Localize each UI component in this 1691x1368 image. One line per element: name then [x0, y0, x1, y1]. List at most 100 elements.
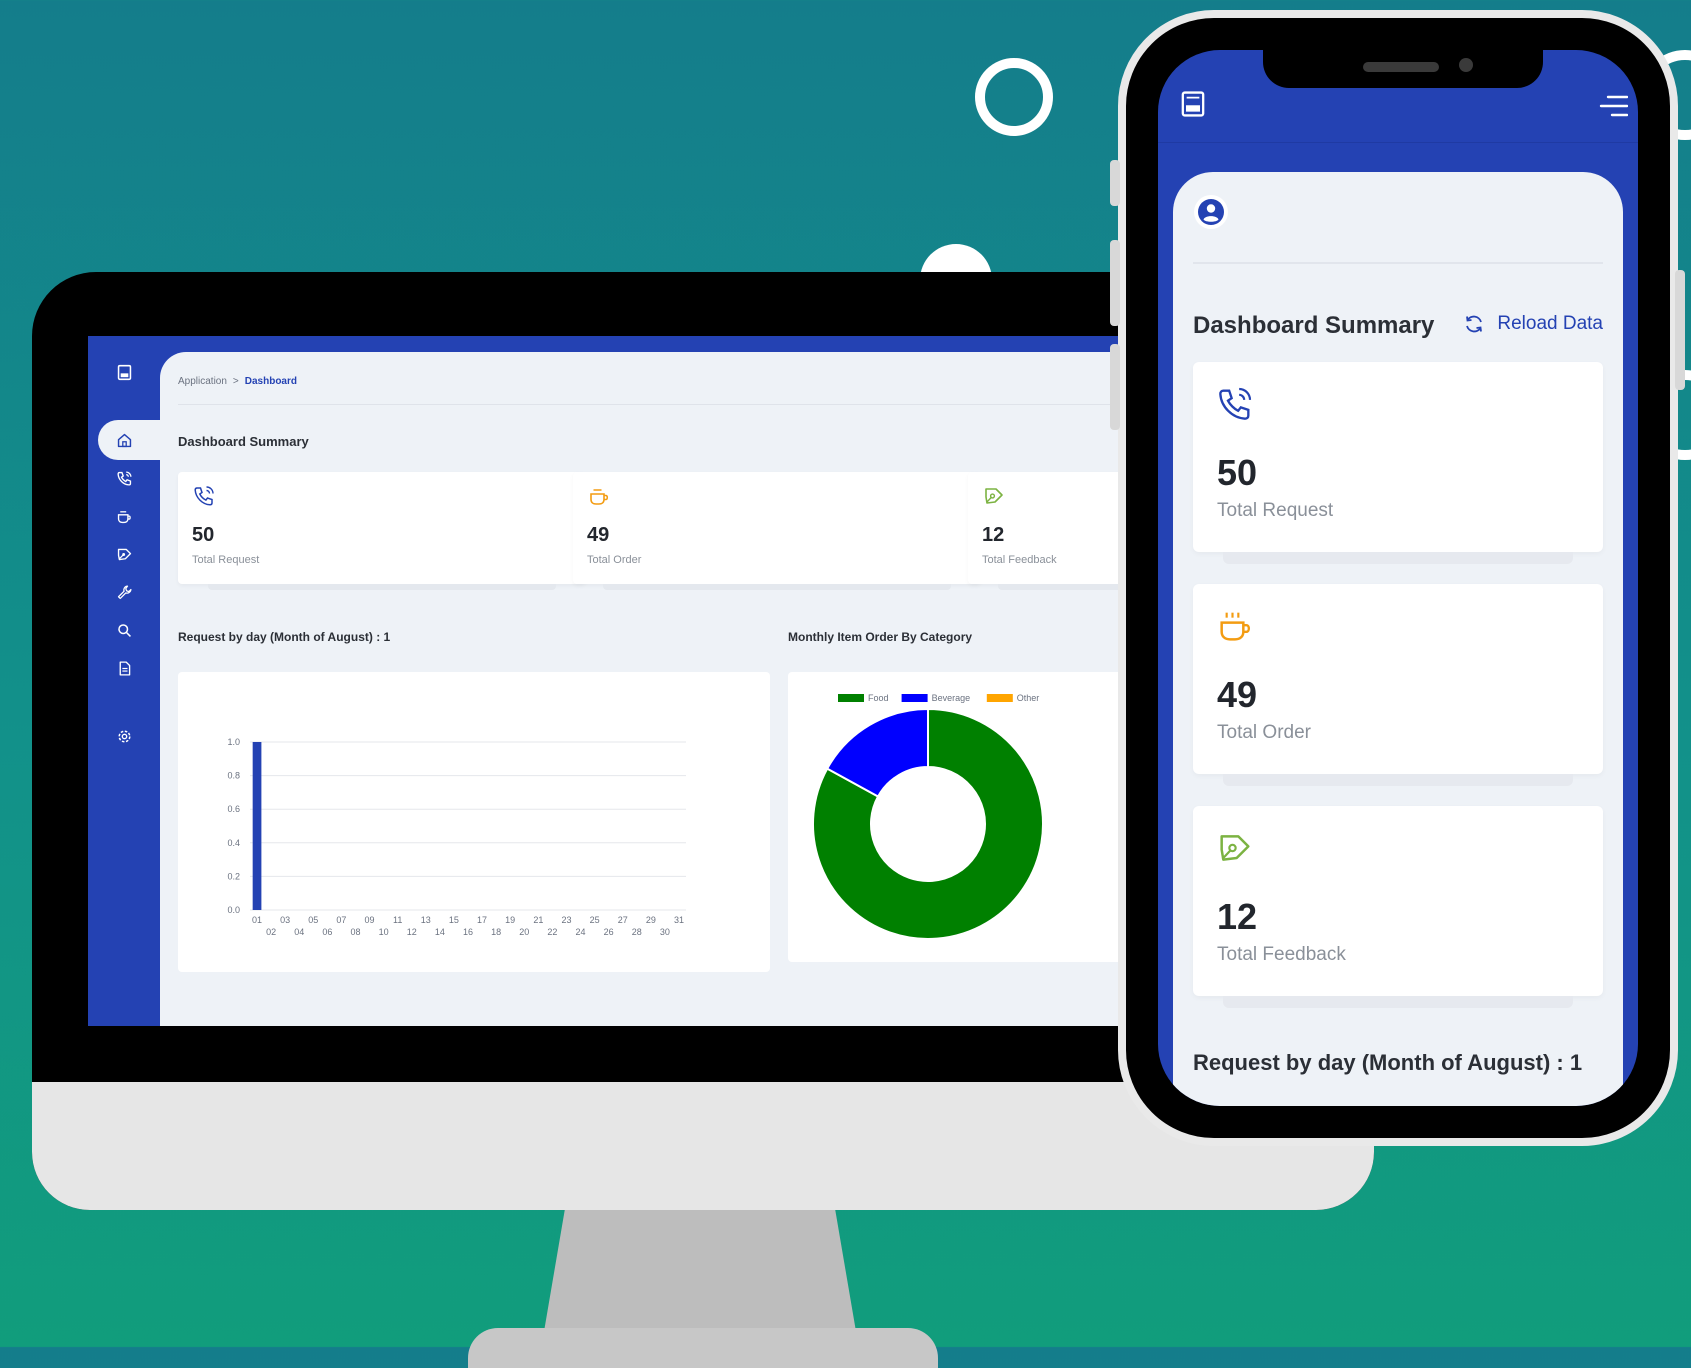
decor-ring-left: [975, 58, 1053, 136]
logo-icon[interactable]: [1180, 90, 1206, 118]
phone-header-divider: [1158, 142, 1638, 143]
coffee-icon: [590, 489, 609, 505]
x-tick-label: 03: [280, 915, 290, 925]
legend-label: Beverage: [932, 693, 971, 703]
phone-speaker: [1363, 62, 1439, 72]
card-shadow: [603, 584, 951, 590]
x-tick-label: 06: [322, 927, 332, 937]
phone-icon: [116, 470, 132, 486]
home-icon: [117, 433, 131, 447]
card-shadow: [1223, 996, 1573, 1008]
user-circle-icon[interactable]: [1193, 194, 1229, 230]
breadcrumb: Application > Dashboard: [178, 376, 297, 387]
donut-chart: Food Beverage Other: [812, 693, 1044, 940]
gear-icon: [117, 729, 131, 743]
x-tick-label: 30: [660, 927, 670, 937]
sidebar-item-orders[interactable]: [108, 502, 140, 530]
donut-chart-panel: Food Beverage Other: [788, 672, 1138, 962]
card-value: 12: [1217, 896, 1258, 937]
bar-chart: 0.0 0.2 0.4 0.6 0.8 1.0 01 02 03 04 05 06 07 08 09 10 11…: [227, 737, 686, 937]
sidebar-item-settings[interactable]: [108, 722, 140, 750]
header-divider: [178, 404, 1138, 405]
phone-icon: [1219, 387, 1252, 420]
phone-screen: Dashboard Summary Reload Data 50 Total R…: [1158, 50, 1638, 1106]
x-tick-label: 20: [519, 927, 529, 937]
card-total-request: 50 Total Request: [1193, 362, 1603, 564]
x-tick-label: 22: [547, 927, 557, 937]
pen-icon: [117, 548, 131, 560]
bar-chart-panel: 0.0 0.2 0.4 0.6 0.8 1.0 01 02 03 04 05 06 07 08 09 10 11…: [178, 672, 770, 972]
x-tick-label: 29: [646, 915, 656, 925]
x-tick-label: 18: [491, 927, 501, 937]
wrench-icon: [117, 584, 132, 599]
phone-notch: [1263, 50, 1543, 88]
document-icon: [119, 660, 130, 676]
sidebar-item-search[interactable]: [108, 616, 140, 644]
phone-chart-title: Request by day (Month of August) : 1: [1193, 1050, 1583, 1075]
x-tick-label: 16: [463, 927, 473, 937]
breadcrumb-parent[interactable]: Application: [178, 376, 227, 387]
card-value: 12: [982, 524, 1005, 546]
reload-data-button[interactable]: Reload Data: [1463, 313, 1603, 335]
search-icon: [117, 623, 131, 637]
phone-side-button: [1110, 160, 1120, 206]
card-shadow: [208, 584, 556, 590]
phone-camera: [1459, 58, 1473, 72]
desktop-sidebar: [88, 336, 168, 1026]
legend-swatch[interactable]: [838, 694, 864, 702]
phone-profile-divider: [1193, 262, 1603, 264]
logo-icon[interactable]: [108, 358, 140, 386]
card-label: Total Feedback: [1217, 944, 1346, 965]
legend-swatch[interactable]: [986, 694, 1013, 702]
pen-icon: [1220, 835, 1250, 861]
legend-label: Other: [1017, 693, 1040, 703]
desktop-main: Application > Dashboard Dashboard Summar…: [160, 352, 1138, 1026]
phone-volume-up: [1110, 240, 1120, 326]
x-tick-label: 15: [449, 915, 459, 925]
coffee-icon: [117, 510, 131, 523]
x-tick-label: 21: [533, 915, 543, 925]
legend-label: Food: [868, 693, 889, 703]
x-tick-label: 09: [365, 915, 375, 925]
phone-device: Dashboard Summary Reload Data 50 Total R…: [1118, 10, 1678, 1146]
phone-volume-down: [1110, 344, 1120, 430]
refresh-icon: [1466, 315, 1483, 333]
menu-icon[interactable]: [1598, 94, 1628, 118]
x-tick-label: 31: [674, 915, 684, 925]
sidebar-item-requests[interactable]: [108, 464, 140, 492]
pen-icon: [985, 488, 1003, 504]
x-tick-label: 11: [393, 915, 402, 925]
bar[interactable]: [252, 742, 262, 910]
y-tick-label: 0.2: [227, 871, 240, 881]
x-tick-label: 13: [421, 915, 431, 925]
phone-content: Dashboard Summary Reload Data 50 Total R…: [1173, 172, 1623, 1106]
donut-chart-title: Monthly Item Order By Category: [788, 630, 973, 644]
sidebar-item-feedback[interactable]: [108, 540, 140, 568]
card-total-order: 49 Total Order: [1193, 584, 1603, 786]
y-tick-label: 0.8: [227, 771, 240, 781]
legend-swatch[interactable]: [901, 694, 928, 702]
card-label: Total Request: [1217, 500, 1334, 521]
bar-chart-title: Request by day (Month of August) : 1: [178, 630, 391, 644]
x-tick-label: 08: [350, 927, 360, 937]
y-tick-label: 0.6: [227, 804, 240, 814]
sidebar-item-reports[interactable]: [108, 654, 140, 682]
x-tick-label: 04: [294, 927, 304, 937]
x-tick-label: 19: [505, 915, 515, 925]
x-tick-label: 14: [435, 927, 445, 937]
x-tick-label: 01: [252, 915, 262, 925]
y-tick-label: 1.0: [227, 737, 240, 747]
monitor-stand-foot: [468, 1328, 938, 1368]
sidebar-item-home[interactable]: [108, 426, 140, 454]
x-tick-label: 17: [477, 915, 487, 925]
card-label: Total Request: [192, 554, 260, 566]
sidebar-item-tools[interactable]: [108, 578, 140, 606]
card-label: Total Feedback: [982, 554, 1057, 566]
x-tick-label: 10: [379, 927, 389, 937]
card-value: 50: [1217, 452, 1258, 493]
x-tick-label: 28: [632, 927, 642, 937]
card-shadow: [998, 584, 1138, 590]
card-value: 50: [192, 524, 215, 546]
card-label: Total Order: [1217, 722, 1311, 743]
reload-data-label: Reload Data: [1497, 313, 1603, 334]
